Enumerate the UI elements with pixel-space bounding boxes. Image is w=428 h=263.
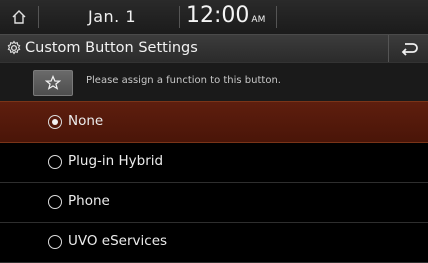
status-time: 12:00 AM — [186, 3, 265, 28]
radio-icon — [48, 235, 62, 249]
status-ampm: AM — [251, 15, 266, 25]
back-button[interactable] — [388, 35, 428, 63]
gear-icon — [7, 40, 21, 55]
radio-icon — [48, 155, 62, 169]
option-label: Plug-in Hybrid — [68, 153, 164, 169]
radio-icon — [48, 195, 62, 209]
status-divider — [276, 6, 277, 28]
status-bar: Jan. 1 12:00 AM — [0, 0, 428, 34]
radio-dot — [52, 119, 58, 125]
option-label: UVO eServices — [68, 233, 168, 249]
assign-prompt-row: Please assign a function to this button. — [0, 62, 428, 102]
option-phone[interactable]: Phone — [0, 182, 428, 223]
home-icon — [12, 10, 26, 24]
page-title: Custom Button Settings — [25, 40, 198, 56]
status-time-value: 12:00 — [186, 3, 250, 28]
status-divider — [38, 6, 39, 28]
title-bar: Custom Button Settings — [0, 34, 428, 63]
assign-prompt-text: Please assign a function to this button. — [86, 75, 281, 86]
option-none[interactable]: None — [0, 101, 428, 143]
star-icon — [45, 75, 61, 90]
option-label: None — [68, 113, 104, 129]
home-button[interactable] — [0, 0, 38, 34]
radio-icon-selected — [48, 115, 62, 129]
status-divider — [179, 6, 180, 28]
option-label: Phone — [68, 193, 110, 209]
back-icon — [401, 43, 418, 56]
status-date: Jan. 1 — [88, 7, 137, 26]
favorite-button[interactable] — [33, 70, 73, 96]
option-plug-in-hybrid[interactable]: Plug-in Hybrid — [0, 142, 428, 183]
option-uvo-eservices[interactable]: UVO eServices — [0, 222, 428, 263]
